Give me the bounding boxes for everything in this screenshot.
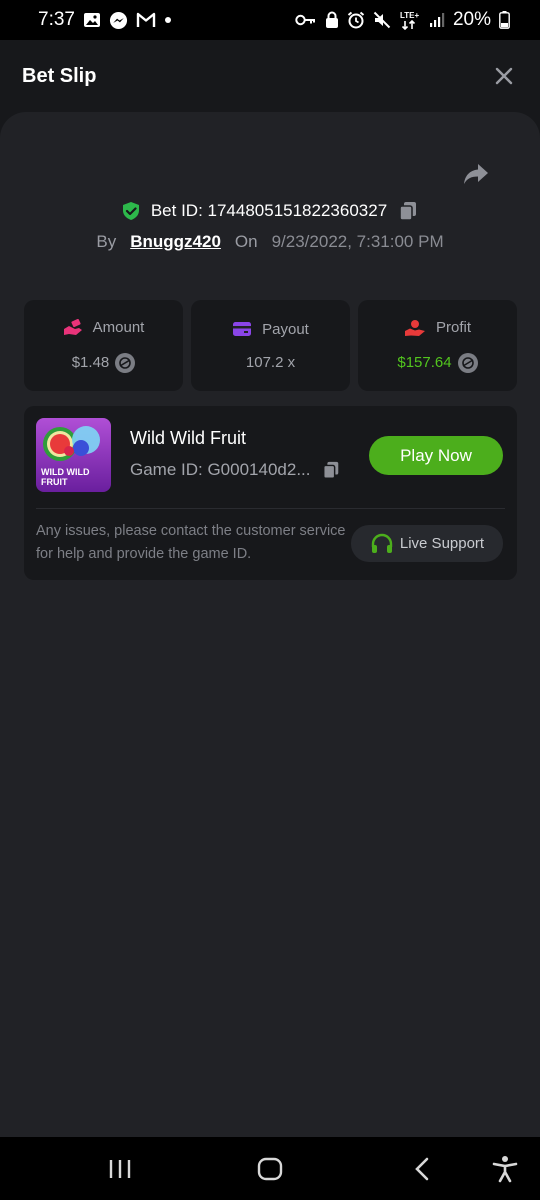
stat-label: Profit xyxy=(435,319,471,336)
mute-icon xyxy=(373,11,391,29)
wallet-card-icon xyxy=(233,322,252,336)
share-icon xyxy=(464,164,488,184)
bet-date: 9/23/2022, 7:31:00 PM xyxy=(271,232,444,251)
home-icon xyxy=(257,1157,283,1181)
username-link[interactable]: Bnuggz420 xyxy=(130,232,221,252)
status-time: 7:37 xyxy=(38,9,75,30)
close-icon xyxy=(495,67,513,85)
live-support-button[interactable]: Live Support xyxy=(351,525,503,562)
stat-card-profit: Profit $157.64 xyxy=(358,300,517,391)
accessibility-button[interactable] xyxy=(492,1156,518,1183)
game-id: Game ID: G000140d2... xyxy=(130,460,311,479)
coin-icon xyxy=(457,352,478,373)
play-now-button[interactable]: Play Now xyxy=(369,436,503,475)
bet-id-row: Bet ID: 1744805151822360327 xyxy=(0,200,540,222)
recent-apps-icon xyxy=(109,1160,131,1178)
key-icon xyxy=(295,13,317,27)
accessibility-icon xyxy=(492,1156,518,1183)
share-button[interactable] xyxy=(462,160,490,188)
stat-value: 107.2 x xyxy=(245,353,296,371)
bet-slip-sheet: Bet ID: 1744805151822360327 By Bnuggz420… xyxy=(0,112,540,1137)
recent-apps-button[interactable] xyxy=(108,1157,132,1181)
signal-icon xyxy=(429,12,445,28)
svg-text:LTE+: LTE+ xyxy=(400,11,420,20)
alarm-icon xyxy=(347,11,365,29)
bet-id: Bet ID: 1744805151822360327 xyxy=(150,201,388,220)
lte-icon: LTE+ xyxy=(399,10,421,30)
back-button[interactable] xyxy=(412,1157,432,1181)
battery-percentage: 20% xyxy=(452,9,491,30)
bet-author-row: By Bnuggz420 On 9/23/2022, 7:31:00 PM xyxy=(0,232,540,252)
copy-icon xyxy=(322,461,338,479)
status-left: 7:37 xyxy=(38,9,172,31)
game-card: WILD WILD FRUIT Wild Wild Fruit Game ID:… xyxy=(24,406,517,580)
on-label: On xyxy=(234,232,258,251)
lock-icon xyxy=(325,11,339,29)
headset-icon xyxy=(371,533,393,553)
back-icon xyxy=(415,1157,429,1181)
profit-hand-icon xyxy=(404,319,425,336)
stat-label: Amount xyxy=(92,319,145,336)
stat-value: $157.64 xyxy=(397,354,452,371)
stat-value: $1.48 xyxy=(71,354,110,371)
stat-label: Payout xyxy=(262,320,309,338)
game-id-row: Game ID: G000140d2... xyxy=(130,460,341,480)
header: Bet Slip xyxy=(0,40,540,112)
image-icon xyxy=(83,11,101,29)
close-button[interactable] xyxy=(492,64,516,88)
status-bar: 7:37 LTE+ 20% xyxy=(0,0,540,40)
svg-text:WILD WILD: WILD WILD xyxy=(41,467,90,477)
copy-bet-id-button[interactable] xyxy=(397,200,419,222)
stat-card-amount: Amount $1.48 xyxy=(24,300,183,391)
copy-icon xyxy=(399,202,417,221)
bet-hand-icon xyxy=(63,318,82,335)
help-text: Any issues, please contact the customer … xyxy=(36,523,346,562)
game-name: Wild Wild Fruit xyxy=(130,428,246,448)
coin-icon xyxy=(115,352,136,373)
stat-card-payout: Payout 107.2 x xyxy=(191,300,350,391)
messenger-icon xyxy=(109,11,128,30)
divider xyxy=(36,508,505,509)
battery-icon xyxy=(499,11,510,29)
live-support-label: Live Support xyxy=(399,535,485,552)
home-button[interactable] xyxy=(257,1157,283,1181)
bet-stats: Amount $1.48 Payout 107.2 x Profit $157.… xyxy=(24,300,517,391)
by-label: By xyxy=(96,232,117,251)
page-title: Bet Slip xyxy=(22,64,97,87)
system-nav-bar xyxy=(0,1137,540,1200)
dot-icon xyxy=(164,16,172,24)
svg-text:FRUIT: FRUIT xyxy=(41,477,68,487)
gmail-icon xyxy=(136,12,156,28)
copy-game-id-button[interactable] xyxy=(321,460,341,480)
verified-shield-icon xyxy=(122,202,139,220)
game-thumbnail[interactable]: WILD WILD FRUIT xyxy=(36,418,111,492)
status-right: LTE+ 20% xyxy=(295,9,510,31)
